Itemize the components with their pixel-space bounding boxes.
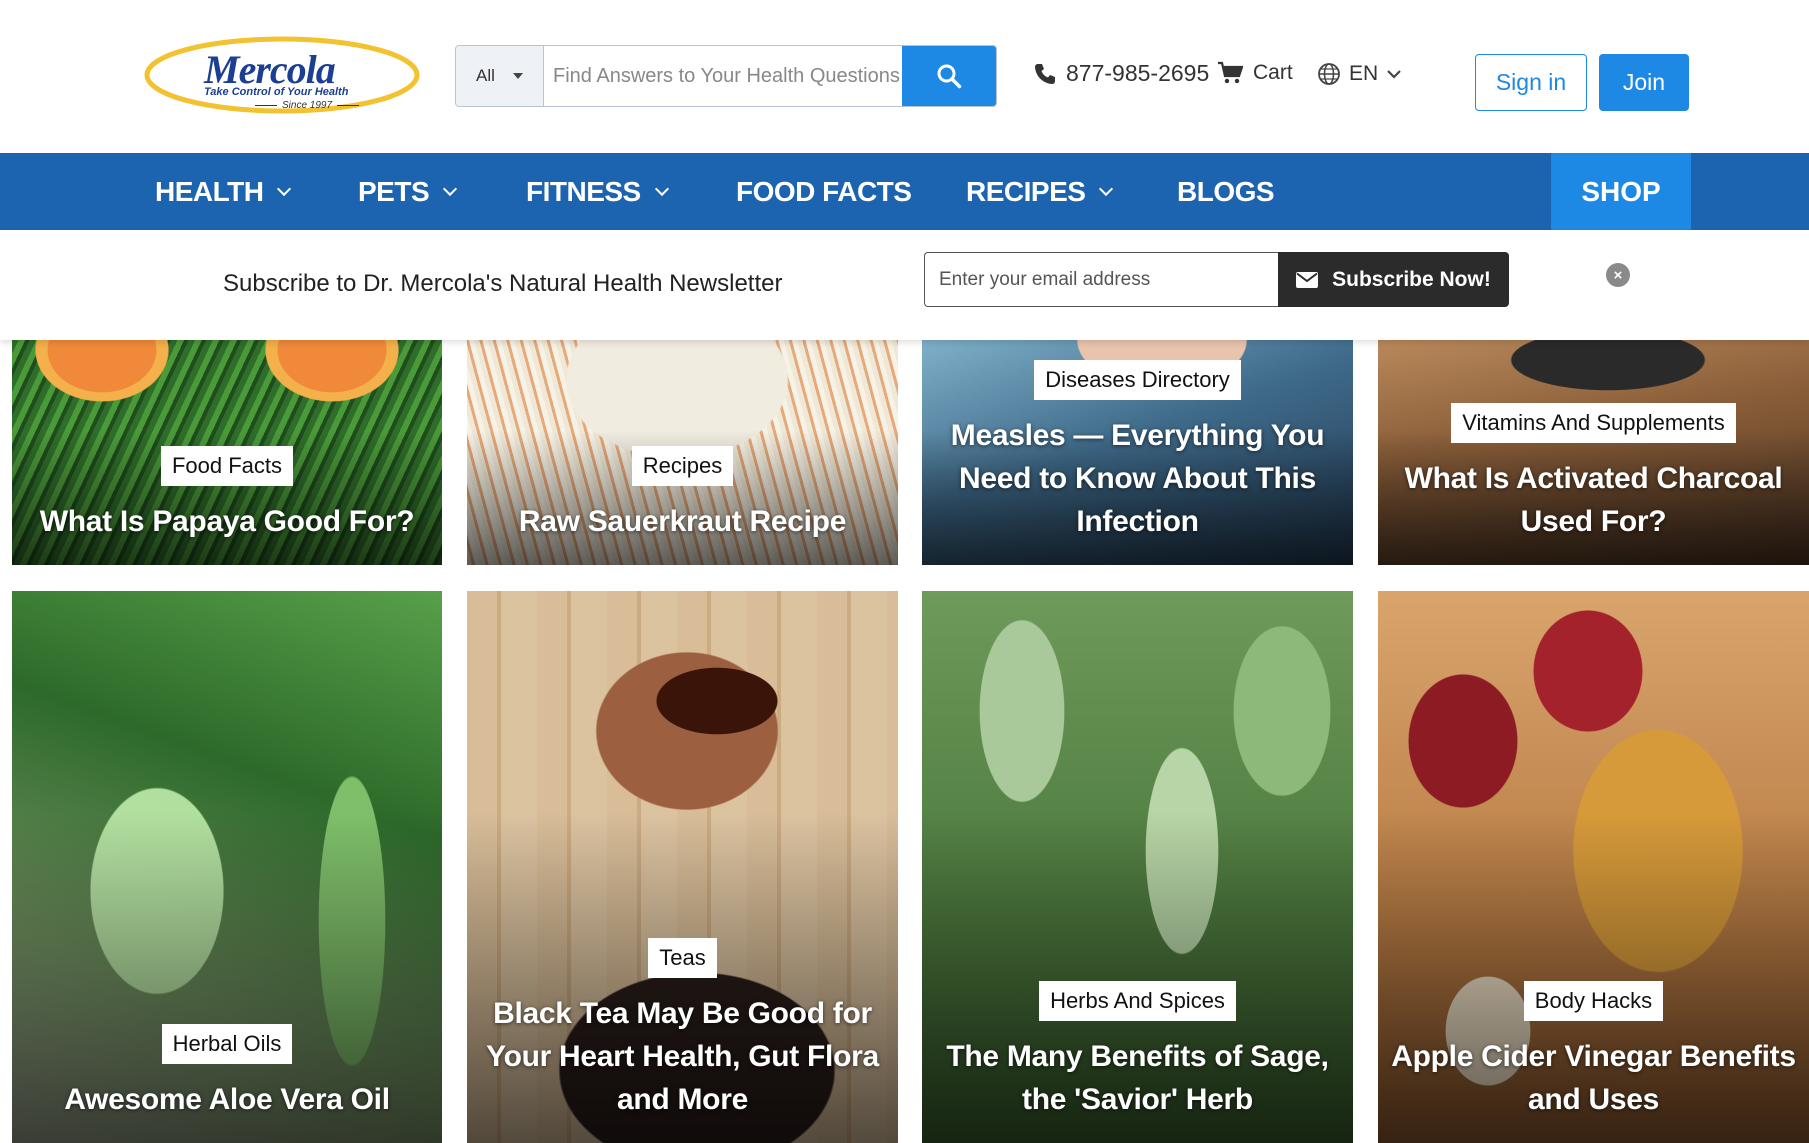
article-card[interactable]: Herbs And Spices The Many Benefits of Sa…: [922, 591, 1353, 1143]
category-tag[interactable]: Vitamins And Supplements: [1451, 403, 1736, 443]
card-title[interactable]: Measles — Everything You Need to Know Ab…: [922, 414, 1353, 543]
nav-item-food-facts[interactable]: FOOD FACTS: [736, 153, 912, 230]
phone-number: 877-985-2695: [1066, 60, 1210, 86]
envelope-icon: [1296, 271, 1319, 288]
chevron-down-icon: [1099, 181, 1114, 196]
card-caption: Herbs And Spices The Many Benefits of Sa…: [922, 981, 1353, 1121]
nav-item-label: PETS: [358, 175, 430, 207]
logo-since: Since 1997: [250, 100, 364, 111]
site-header: Mercola Take Control of Your Health Sinc…: [0, 0, 1809, 153]
search-input[interactable]: [544, 46, 902, 106]
chevron-down-icon: [654, 181, 669, 196]
article-card[interactable]: Diseases Directory Measles — Everything …: [922, 340, 1353, 565]
nav-item-label: RECIPES: [966, 175, 1086, 207]
nav-item-recipes[interactable]: RECIPES: [966, 153, 1114, 230]
card-caption: Body Hacks Apple Cider Vinegar Benefits …: [1378, 981, 1809, 1121]
card-title[interactable]: What Is Activated Charcoal Used For?: [1378, 457, 1809, 543]
close-icon[interactable]: ×: [1606, 263, 1630, 287]
newsletter-bar: Subscribe to Dr. Mercola's Natural Healt…: [0, 230, 1809, 340]
mercola-logo[interactable]: Mercola Take Control of Your Health Sinc…: [142, 30, 422, 120]
search-bar: All: [455, 45, 997, 107]
card-title[interactable]: Black Tea May Be Good for Your Heart Hea…: [467, 992, 898, 1121]
search-button[interactable]: [902, 46, 996, 106]
join-button[interactable]: Join: [1599, 54, 1689, 111]
card-caption: Vitamins And Supplements What Is Activat…: [1378, 403, 1809, 543]
main-nav: HEALTH PETS FITNESS FOOD FACTS RECIPES B…: [0, 153, 1809, 230]
category-tag[interactable]: Herbal Oils: [161, 1024, 293, 1064]
phone-link[interactable]: 877-985-2695: [1033, 60, 1209, 87]
article-card[interactable]: Body Hacks Apple Cider Vinegar Benefits …: [1378, 591, 1809, 1143]
newsletter-email-field[interactable]: [924, 252, 1280, 307]
category-tag[interactable]: Recipes: [631, 446, 734, 486]
nav-item-label: FITNESS: [526, 175, 641, 207]
cart-icon: [1218, 61, 1243, 84]
article-card[interactable]: Food Facts What Is Papaya Good For?: [12, 340, 442, 565]
globe-icon: [1318, 63, 1340, 85]
category-tag[interactable]: Body Hacks: [1523, 981, 1664, 1021]
search-scope-select[interactable]: All: [456, 46, 544, 106]
nav-item-health[interactable]: HEALTH: [155, 153, 292, 230]
card-caption: Diseases Directory Measles — Everything …: [922, 360, 1353, 543]
nav-item-label: FOOD FACTS: [736, 175, 912, 207]
card-title[interactable]: What Is Papaya Good For?: [32, 500, 423, 543]
card-caption: Teas Black Tea May Be Good for Your Hear…: [467, 938, 898, 1121]
card-title[interactable]: Apple Cider Vinegar Benefits and Uses: [1378, 1035, 1809, 1121]
nav-item-pets[interactable]: PETS: [358, 153, 458, 230]
chevron-down-icon: [443, 181, 458, 196]
newsletter-title: Subscribe to Dr. Mercola's Natural Healt…: [223, 270, 783, 297]
chevron-down-icon: [1387, 70, 1401, 79]
category-tag[interactable]: Herbs And Spices: [1039, 981, 1236, 1021]
category-tag[interactable]: Diseases Directory: [1034, 360, 1241, 400]
cart-label: Cart: [1253, 61, 1293, 84]
cart-link[interactable]: Cart: [1217, 61, 1293, 85]
chevron-down-icon: [277, 181, 292, 196]
language-selector[interactable]: EN: [1317, 62, 1402, 86]
article-card[interactable]: Vitamins And Supplements What Is Activat…: [1378, 340, 1809, 565]
card-title[interactable]: Raw Sauerkraut Recipe: [511, 500, 854, 543]
sign-in-button[interactable]: Sign in: [1475, 54, 1587, 111]
card-caption: Food Facts What Is Papaya Good For?: [12, 446, 442, 543]
subscribe-button[interactable]: Subscribe Now!: [1278, 252, 1509, 307]
nav-item-shop[interactable]: SHOP: [1551, 153, 1691, 230]
language-code: EN: [1349, 62, 1379, 85]
article-card[interactable]: Herbal Oils Awesome Aloe Vera Oil: [12, 591, 442, 1143]
card-caption: Recipes Raw Sauerkraut Recipe: [467, 446, 898, 543]
card-title[interactable]: Awesome Aloe Vera Oil: [56, 1078, 398, 1121]
phone-icon: [1035, 63, 1055, 84]
caret-down-icon: [512, 73, 523, 79]
article-card[interactable]: Recipes Raw Sauerkraut Recipe: [467, 340, 898, 565]
nav-item-fitness[interactable]: FITNESS: [526, 153, 669, 230]
category-tag[interactable]: Food Facts: [160, 446, 294, 486]
card-caption: Herbal Oils Awesome Aloe Vera Oil: [12, 1024, 442, 1121]
search-icon: [937, 64, 962, 89]
logo-tagline: Take Control of Your Health: [204, 86, 349, 98]
nav-item-label: HEALTH: [155, 175, 264, 207]
category-tag[interactable]: Teas: [648, 938, 717, 978]
nav-item-label: BLOGS: [1177, 175, 1275, 207]
article-card[interactable]: Teas Black Tea May Be Good for Your Hear…: [467, 591, 898, 1143]
subscribe-button-label: Subscribe Now!: [1332, 267, 1491, 291]
nav-item-blogs[interactable]: BLOGS: [1177, 153, 1275, 230]
search-scope-value: All: [476, 66, 495, 85]
card-title[interactable]: The Many Benefits of Sage, the 'Savior' …: [922, 1035, 1353, 1121]
